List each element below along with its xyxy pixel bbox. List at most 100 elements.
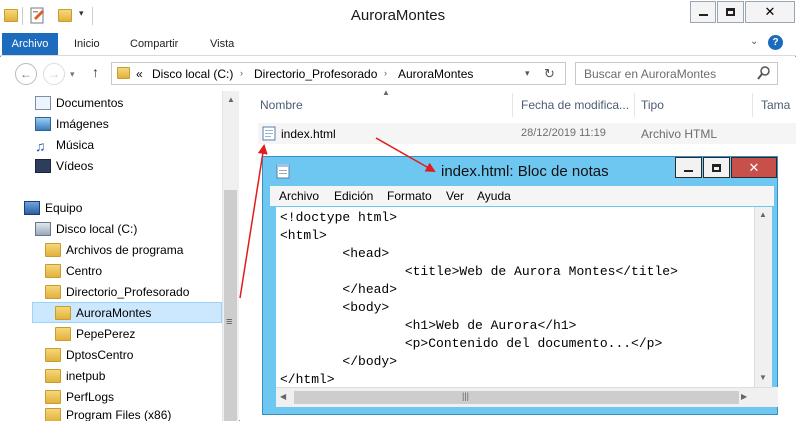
folder-icon bbox=[45, 243, 61, 257]
sidebar-item-equipo[interactable]: Equipo bbox=[24, 198, 82, 218]
forward-arrow-icon: → bbox=[48, 67, 60, 81]
expand-ribbon-icon[interactable]: ⌄ bbox=[750, 36, 758, 47]
tab-vista[interactable]: Vista bbox=[210, 38, 234, 50]
address-dropdown-icon[interactable]: ▾ bbox=[525, 68, 530, 79]
html-file-icon bbox=[262, 126, 276, 141]
sidebar-item-label: inetpub bbox=[66, 369, 106, 383]
notepad-close-button[interactable]: ✕ bbox=[731, 157, 777, 178]
sidebar-item-dptoscentro[interactable]: DptosCentro bbox=[45, 345, 133, 365]
sidebar-item-documentos[interactable]: Documentos bbox=[35, 93, 123, 113]
sidebar-item-label: Música bbox=[56, 138, 95, 152]
address-bar[interactable]: « Disco local (C:) › Directorio_Profesor… bbox=[111, 62, 566, 85]
help-icon[interactable]: ? bbox=[768, 35, 783, 50]
tab-compartir[interactable]: Compartir bbox=[130, 38, 178, 50]
sidebar-item-inetpub[interactable]: inetpub bbox=[45, 366, 105, 386]
column-header-fecha[interactable]: Fecha de modifica... bbox=[513, 93, 635, 117]
sidebar-item-archivos-de-programa[interactable]: Archivos de programa bbox=[45, 240, 183, 260]
search-placeholder: Buscar en AuroraMontes bbox=[584, 67, 717, 81]
sidebar-item-label: Vídeos bbox=[56, 159, 94, 173]
sidebar-item-directorio-profesorado[interactable]: Directorio_Profesorado bbox=[45, 282, 189, 302]
videos-icon bbox=[35, 159, 51, 173]
sidebar-item-centro[interactable]: Centro bbox=[45, 261, 102, 281]
scroll-up-icon[interactable]: ▲ bbox=[227, 95, 235, 104]
scroll-left-icon[interactable]: ◀ bbox=[280, 392, 286, 401]
sidebar-item-label: PepePerez bbox=[76, 327, 136, 341]
sidebar-item-label: DptosCentro bbox=[66, 348, 134, 362]
maximize-icon bbox=[726, 8, 735, 16]
maximize-button[interactable] bbox=[717, 1, 744, 23]
breadcrumb-auroramontes[interactable]: AuroraMontes bbox=[398, 67, 473, 81]
maximize-icon bbox=[712, 163, 721, 172]
back-button[interactable]: ← bbox=[15, 63, 37, 85]
forward-button[interactable]: → bbox=[43, 63, 65, 85]
breadcrumb-overflow[interactable]: « bbox=[136, 67, 143, 81]
up-arrow-icon[interactable]: ↑ bbox=[92, 64, 99, 80]
navigation-bar: ← → ▾ ↑ « Disco local (C:) › Directorio_… bbox=[0, 57, 796, 91]
folder-icon bbox=[55, 306, 71, 320]
sidebar-item-label: Centro bbox=[66, 264, 103, 278]
refresh-icon[interactable]: ↻ bbox=[544, 66, 555, 82]
folder-icon bbox=[45, 285, 61, 299]
code-line: <head> bbox=[280, 246, 390, 261]
breadcrumb-disco-local[interactable]: Disco local (C:) bbox=[152, 67, 233, 81]
navigation-pane: Documentos Imágenes ♫ Música Vídeos Equip… bbox=[0, 91, 222, 421]
menu-ayuda[interactable]: Ayuda bbox=[477, 189, 511, 203]
close-icon: ✕ bbox=[764, 4, 776, 19]
drive-icon bbox=[35, 222, 51, 236]
sidebar-item-program-files-x86[interactable]: Program Files (x86) bbox=[45, 408, 171, 421]
sidebar-item-musica[interactable]: ♫ Música bbox=[35, 135, 94, 155]
music-icon: ♫ bbox=[35, 138, 46, 154]
tab-inicio[interactable]: Inicio bbox=[74, 38, 100, 50]
recent-locations-icon[interactable]: ▾ bbox=[70, 69, 75, 80]
menu-formato[interactable]: Formato bbox=[387, 189, 432, 203]
grip-icon: ≡ bbox=[226, 316, 233, 328]
close-icon: ✕ bbox=[748, 159, 760, 175]
pictures-icon bbox=[35, 117, 51, 131]
folder-icon bbox=[45, 390, 61, 404]
chevron-right-icon[interactable]: › bbox=[240, 68, 243, 78]
column-header-tamano[interactable]: Tama bbox=[753, 93, 796, 117]
minimize-icon bbox=[684, 169, 693, 172]
ribbon: Archivo Inicio Compartir Vista ⌄ ? bbox=[0, 32, 796, 56]
file-row-index-html[interactable]: index.html 28/12/2019 11:19 Archivo HTML bbox=[258, 123, 796, 144]
notepad-minimize-button[interactable] bbox=[675, 157, 702, 178]
close-button[interactable]: ✕ bbox=[745, 1, 795, 23]
notepad-horizontal-scrollbar[interactable]: ◀ ||| ▶ bbox=[276, 387, 772, 407]
code-line: </head> bbox=[280, 282, 398, 297]
horizontal-scroll-thumb[interactable] bbox=[294, 391, 739, 404]
code-line: <p>Contenido del documento...</p> bbox=[280, 336, 663, 351]
sidebar-item-imagenes[interactable]: Imágenes bbox=[35, 114, 109, 134]
sidebar-item-label: AuroraMontes bbox=[76, 306, 152, 320]
size-grip[interactable] bbox=[772, 387, 778, 407]
sidebar-item-videos[interactable]: Vídeos bbox=[35, 156, 93, 176]
search-icon[interactable] bbox=[757, 65, 771, 84]
sidebar-scroll-thumb[interactable] bbox=[224, 190, 237, 421]
column-header-nombre[interactable]: Nombre bbox=[243, 93, 513, 117]
chevron-right-icon[interactable]: › bbox=[384, 68, 387, 78]
sidebar-item-auroramontes[interactable]: AuroraMontes bbox=[55, 303, 151, 323]
notepad-app-icon[interactable] bbox=[276, 163, 290, 179]
breadcrumb-directorio[interactable]: Directorio_Profesorado bbox=[254, 67, 377, 81]
sidebar-item-label: Disco local (C:) bbox=[56, 222, 138, 236]
notepad-title: index.html: Bloc de notas bbox=[441, 163, 609, 180]
folder-icon bbox=[55, 327, 71, 341]
tab-archivo[interactable]: Archivo bbox=[2, 33, 58, 55]
scroll-up-icon[interactable]: ▲ bbox=[759, 210, 767, 219]
sidebar-item-perflogs[interactable]: PerfLogs bbox=[45, 387, 114, 407]
sidebar-item-disco-local[interactable]: Disco local (C:) bbox=[35, 219, 137, 239]
menu-edicion[interactable]: Edición bbox=[334, 189, 373, 203]
computer-icon bbox=[24, 201, 40, 215]
menu-ver[interactable]: Ver bbox=[446, 189, 464, 203]
notepad-maximize-button[interactable] bbox=[703, 157, 730, 178]
search-input[interactable]: Buscar en AuroraMontes bbox=[575, 62, 778, 85]
scroll-down-icon[interactable]: ▼ bbox=[759, 373, 767, 382]
menu-archivo[interactable]: Archivo bbox=[279, 189, 319, 203]
sidebar-item-label: Equipo bbox=[45, 201, 83, 215]
window-title: AuroraMontes bbox=[350, 7, 446, 24]
sidebar-item-pepeperez[interactable]: PepePerez bbox=[55, 324, 135, 344]
scroll-right-icon[interactable]: ▶ bbox=[741, 392, 747, 401]
minimize-button[interactable] bbox=[690, 1, 716, 23]
notepad-vertical-scrollbar[interactable]: ▲ ▼ bbox=[754, 207, 772, 387]
column-header-tipo[interactable]: Tipo bbox=[635, 93, 753, 117]
code-line: <title>Web de Aurora Montes</title> bbox=[280, 264, 678, 279]
